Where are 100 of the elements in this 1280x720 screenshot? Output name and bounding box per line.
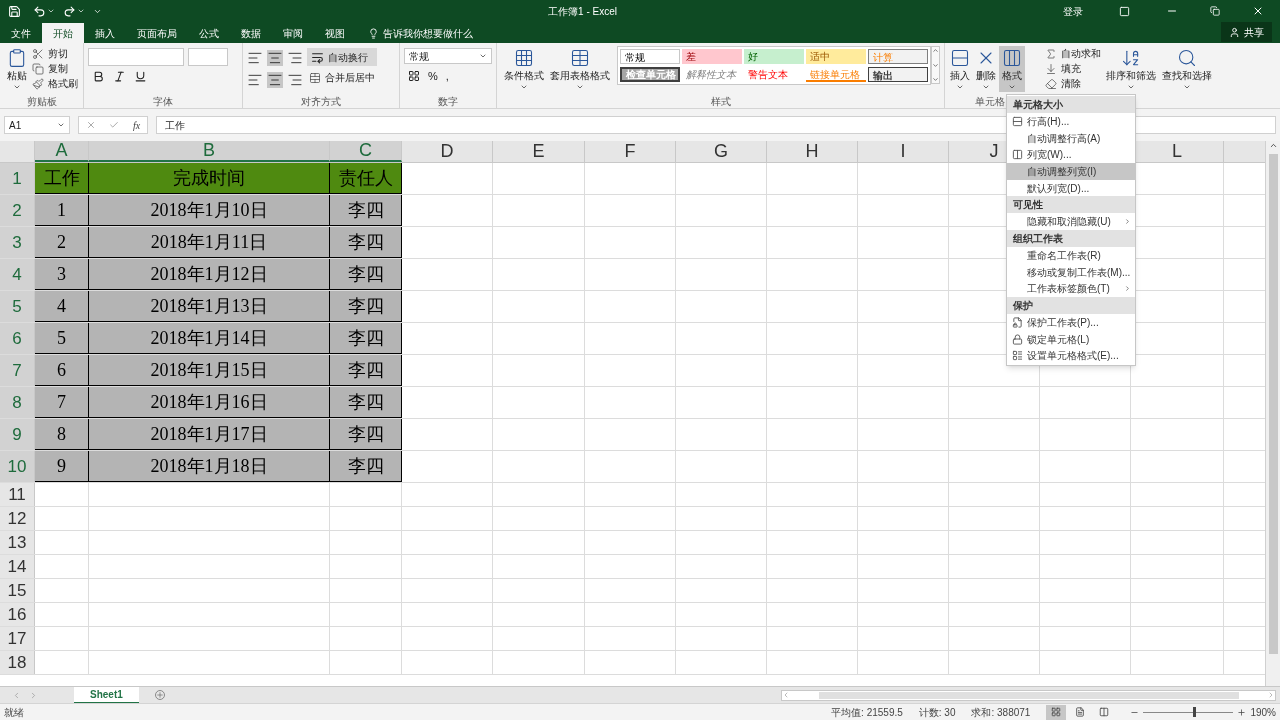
menu-item[interactable]: 工作表标签颜色(T) (1007, 280, 1135, 298)
autosum-button[interactable]: 自动求和 (1043, 46, 1103, 61)
scroll-up-icon[interactable] (1268, 141, 1278, 150)
row-header[interactable]: 16 (0, 603, 35, 626)
underline-icon[interactable] (134, 70, 147, 83)
column-header[interactable]: G (676, 141, 767, 162)
scrollbar-thumb[interactable] (1268, 154, 1278, 654)
fill-button[interactable]: 填充 (1043, 61, 1103, 76)
cell-style-option[interactable]: 好 (744, 49, 804, 64)
column-header[interactable]: B (89, 141, 330, 162)
caret-icon[interactable] (57, 121, 65, 129)
menu-item[interactable]: 设置单元格格式(E)... (1007, 347, 1135, 365)
menu-item[interactable]: 保护工作表(P)... (1007, 314, 1135, 331)
cell-style-option[interactable]: 常规 (620, 49, 680, 64)
ribbon-tab[interactable]: 审阅 (272, 23, 314, 43)
login-link[interactable]: 登录 (1063, 3, 1083, 19)
paste-button[interactable]: 粘贴 (4, 46, 30, 92)
merge-center-button[interactable]: 合并后居中 (307, 70, 377, 85)
scrollbar-thumb[interactable] (818, 691, 1239, 699)
column-header[interactable]: H (767, 141, 858, 162)
zoom-level[interactable]: 190% (1250, 704, 1276, 720)
wrap-text-button[interactable]: 自动换行 (307, 48, 377, 66)
font-size-field[interactable] (188, 48, 228, 66)
row-header[interactable]: 8 (0, 387, 35, 418)
number-format-field[interactable]: 常规 (404, 48, 492, 64)
conditional-format-button[interactable]: 条件格式 (501, 46, 547, 92)
clear-button[interactable]: 清除 (1043, 76, 1103, 91)
vertical-scrollbar[interactable] (1265, 141, 1280, 686)
menu-item[interactable]: 默认列宽(D)... (1007, 179, 1135, 197)
ribbon-display-icon[interactable] (1119, 5, 1130, 17)
more-icon[interactable] (932, 76, 939, 83)
row-header[interactable]: 12 (0, 507, 35, 530)
row-header[interactable]: 11 (0, 483, 35, 506)
insert-function-button[interactable]: fx (133, 117, 141, 133)
comma-button[interactable]: , (445, 68, 449, 85)
row-header[interactable]: 14 (0, 555, 35, 578)
row-header[interactable]: 1 (0, 163, 35, 194)
column-header[interactable]: E (493, 141, 585, 162)
ribbon-tab[interactable]: 插入 (84, 23, 126, 43)
row-header[interactable]: 7 (0, 355, 35, 386)
cancel-icon[interactable] (85, 120, 96, 130)
align-bottom-icon[interactable] (287, 50, 303, 66)
zoom-in-icon[interactable] (1237, 707, 1247, 717)
horizontal-scrollbar[interactable] (781, 689, 1276, 701)
column-header[interactable]: A (35, 141, 89, 162)
name-box[interactable]: A1 (4, 116, 70, 134)
column-header[interactable]: I (858, 141, 949, 162)
row-header[interactable]: 18 (0, 651, 35, 674)
align-top-icon[interactable] (247, 50, 263, 66)
format-as-table-button[interactable]: 套用表格格式 (547, 46, 613, 92)
cell-style-option[interactable]: 适中 (806, 49, 866, 64)
save-icon[interactable] (8, 4, 21, 18)
format-painter-button[interactable]: 格式刷 (30, 76, 80, 91)
align-center-icon[interactable] (267, 72, 283, 88)
align-right-icon[interactable] (287, 72, 303, 88)
insert-button[interactable]: 插入 (947, 46, 973, 92)
menu-item[interactable]: 自动调整列宽(I) (1007, 163, 1135, 180)
scroll-up-icon[interactable] (932, 47, 939, 54)
ribbon-tab[interactable]: 文件 (0, 23, 42, 43)
view-button[interactable] (1046, 704, 1067, 720)
column-header[interactable]: C (330, 141, 402, 162)
copy-button[interactable]: 复制 (30, 61, 80, 76)
row-header[interactable]: 10 (0, 451, 35, 482)
cut-button[interactable]: 剪切 (30, 46, 80, 61)
row-header[interactable]: 2 (0, 195, 35, 226)
menu-item[interactable]: 移动或复制工作表(M)... (1007, 263, 1135, 281)
column-header[interactable]: D (402, 141, 493, 162)
bold-icon[interactable] (92, 70, 105, 83)
row-header[interactable]: 17 (0, 627, 35, 650)
format-button[interactable]: 格式 (999, 46, 1025, 92)
row-header[interactable]: 15 (0, 579, 35, 602)
row-header[interactable]: 13 (0, 531, 35, 554)
ribbon-tab[interactable]: 数据 (230, 23, 272, 43)
column-header[interactable]: F (585, 141, 676, 162)
sheet-tab[interactable]: Sheet1 (74, 686, 139, 704)
italic-icon[interactable] (113, 70, 126, 83)
sort-filter-button[interactable]: 排序和筛选 (1103, 46, 1159, 92)
zoom-slider-thumb[interactable] (1192, 706, 1196, 717)
caret-icon[interactable] (47, 7, 55, 15)
gallery-scrollbar[interactable] (931, 46, 940, 84)
row-header[interactable]: 4 (0, 259, 35, 290)
ribbon-tab[interactable]: 视图 (314, 23, 356, 43)
ribbon-tab[interactable]: 开始 (42, 23, 84, 43)
add-sheet-icon[interactable] (154, 690, 165, 700)
share-button[interactable]: 共享 (1221, 22, 1272, 42)
cell-style-option[interactable]: 差 (682, 49, 742, 64)
close-icon[interactable] (1252, 5, 1264, 17)
row-header[interactable]: 3 (0, 227, 35, 258)
ribbon-tab[interactable]: 页面布局 (126, 23, 188, 43)
cell-style-option[interactable]: 输出 (868, 67, 928, 82)
menu-item[interactable]: 锁定单元格(L) (1007, 330, 1135, 348)
caret-icon[interactable] (77, 7, 85, 15)
undo-icon[interactable] (33, 4, 46, 18)
tell-me-field[interactable]: 告诉我你想要做什么 (383, 25, 473, 41)
font-name-field[interactable] (88, 48, 184, 66)
ribbon-tab[interactable]: 公式 (188, 23, 230, 43)
row-header[interactable]: 6 (0, 323, 35, 354)
scroll-down-icon[interactable] (932, 61, 939, 69)
align-middle-icon[interactable] (267, 50, 283, 66)
menu-item[interactable]: 行高(H)... (1007, 113, 1135, 130)
